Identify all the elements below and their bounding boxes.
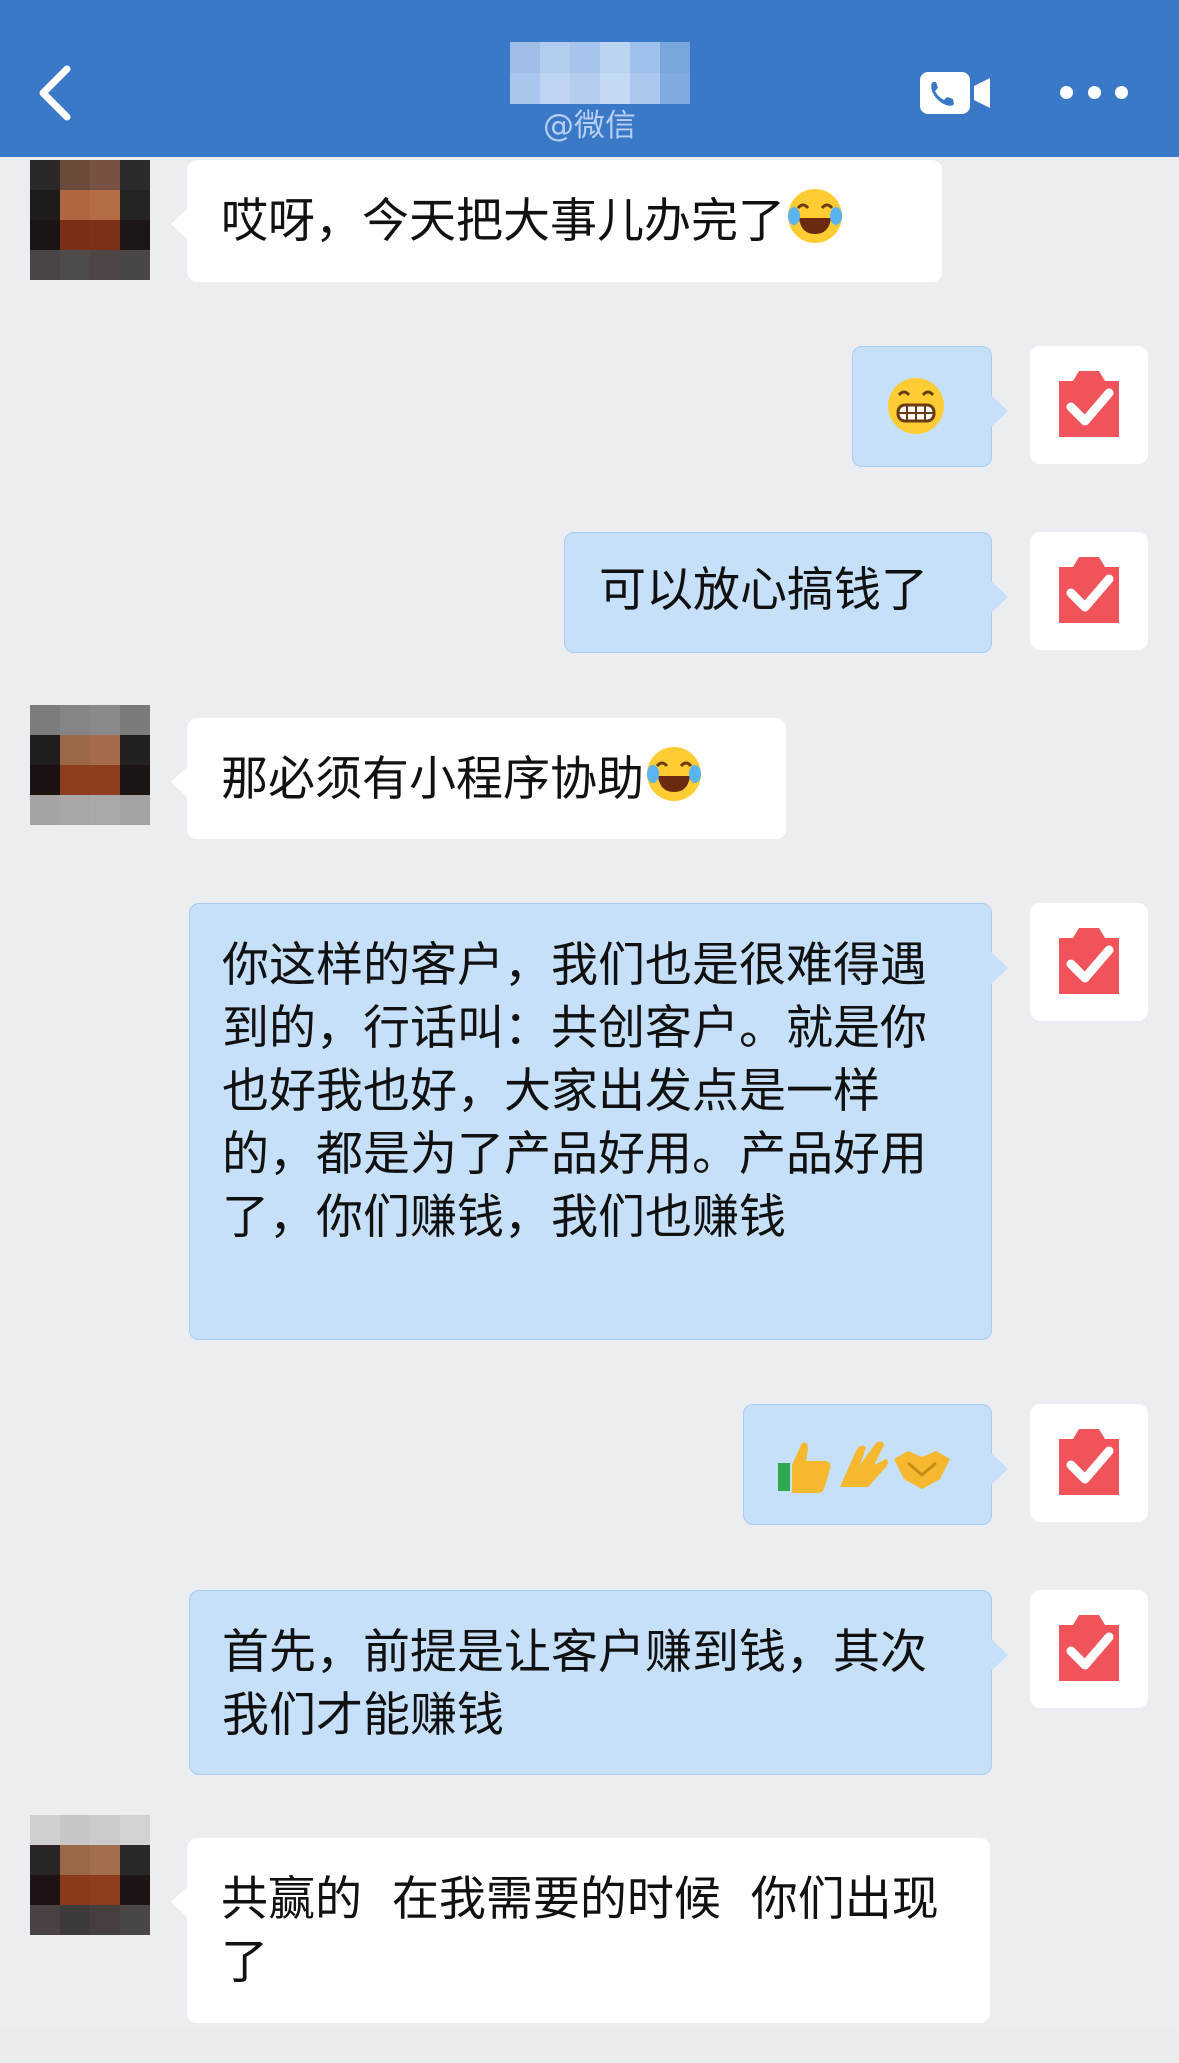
tears-of-joy-emoji xyxy=(644,744,704,821)
message-bubble-incoming[interactable]: 共赢的 在我需要的时候 你们出现了 xyxy=(171,1838,990,2023)
self-avatar[interactable] xyxy=(1030,903,1148,1021)
message-bubble-outgoing[interactable] xyxy=(743,1404,1008,1525)
message-bubble-outgoing[interactable]: 可以放心搞钱了 xyxy=(564,532,1008,653)
input-area-edge xyxy=(0,2030,1179,2063)
thumbs-up-emoji xyxy=(776,1437,834,1510)
message-text: 那必须有小程序协助 xyxy=(221,752,644,807)
contact-name-blurred xyxy=(510,42,690,104)
chat-subtitle: @微信 xyxy=(543,108,636,144)
message-bubble-outgoing[interactable] xyxy=(852,346,1008,467)
message-text: 共赢的 在我需要的时候 你们出现了 xyxy=(221,1872,939,1990)
contact-avatar[interactable] xyxy=(30,1815,150,1935)
grinning-emoji xyxy=(885,375,947,454)
chat-header: @微信 xyxy=(0,0,1179,157)
red-check-logo-icon xyxy=(1059,928,1119,994)
more-dot-icon xyxy=(1087,85,1101,99)
video-call-button[interactable] xyxy=(918,70,994,116)
message-bubble-outgoing[interactable]: 首先，前提是让客户赚到钱，其次我们才能赚钱 xyxy=(189,1590,1008,1775)
self-avatar[interactable] xyxy=(1030,532,1148,650)
self-avatar[interactable] xyxy=(1030,346,1148,464)
ok-hand-emoji xyxy=(834,1437,892,1510)
handshake-emoji xyxy=(892,1437,952,1510)
message-bubble-incoming[interactable]: 那必须有小程序协助 xyxy=(171,718,786,839)
message-text: 首先，前提是让客户赚到钱，其次我们才能赚钱 xyxy=(222,1625,927,1743)
tears-of-joy-emoji xyxy=(785,186,845,263)
red-check-logo-icon xyxy=(1059,1615,1119,1681)
more-dot-icon xyxy=(1060,85,1073,99)
message-text: 你这样的客户，我们也是很难得遇到的，行话叫：共创客户。就是你也好我也好，大家出发… xyxy=(222,938,927,1245)
message-bubble-incoming[interactable]: 哎呀，今天把大事儿办完了 xyxy=(171,160,942,282)
more-options-button[interactable] xyxy=(1060,72,1128,112)
red-check-logo-icon xyxy=(1059,371,1119,437)
phone-video-icon xyxy=(920,72,990,114)
red-check-logo-icon xyxy=(1059,1429,1119,1495)
message-bubble-outgoing[interactable]: 你这样的客户，我们也是很难得遇到的，行话叫：共创客户。就是你也好我也好，大家出发… xyxy=(189,903,1008,1340)
self-avatar[interactable] xyxy=(1030,1404,1148,1522)
contact-avatar[interactable] xyxy=(30,160,150,280)
message-text: 哎呀，今天把大事儿办完了 xyxy=(221,194,785,249)
message-text: 可以放心搞钱了 xyxy=(599,563,928,618)
contact-avatar[interactable] xyxy=(30,705,150,825)
red-check-logo-icon xyxy=(1059,557,1119,623)
self-avatar[interactable] xyxy=(1030,1590,1148,1708)
more-dot-icon xyxy=(1115,85,1128,99)
